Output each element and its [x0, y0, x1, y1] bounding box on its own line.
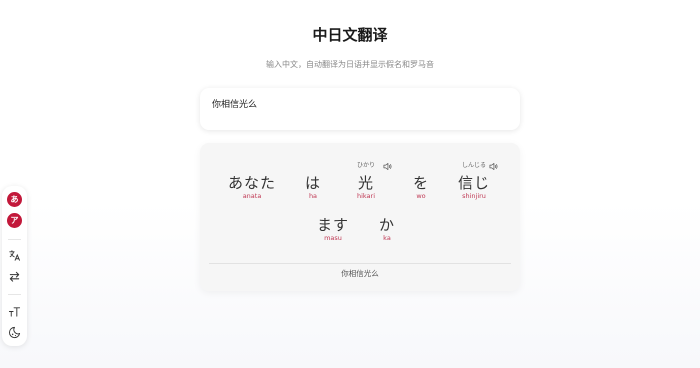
token-kana: ます	[316, 216, 349, 234]
translation-result-card: あなた anata は ha ひかり 光 hikari を wo しんじる 信じ…	[200, 143, 520, 291]
speaker-icon[interactable]	[383, 162, 392, 171]
token-romaji: ha	[308, 192, 318, 200]
hiragana-toggle-button[interactable]: あ	[7, 192, 22, 207]
token-hikari: ひかり 光 hikari	[351, 160, 381, 200]
token-kana: は	[304, 174, 321, 192]
speaker-icon[interactable]	[489, 162, 498, 171]
sidebar-divider	[8, 239, 21, 240]
token-furigana: しんじる	[461, 162, 486, 169]
result-divider	[209, 263, 511, 264]
token-shinjiru: しんじる 信じ shinjiru	[456, 160, 492, 200]
token-romaji: anata	[242, 192, 262, 200]
theme-icon[interactable]	[8, 326, 21, 339]
token-furigana: ひかり	[356, 162, 375, 169]
katakana-toggle-button[interactable]: ア	[7, 213, 22, 228]
token-masu: ます masu	[315, 202, 351, 242]
token-anata: あなた anata	[224, 160, 280, 200]
token-ka: か ka	[372, 202, 402, 242]
token-kana: あなた	[227, 174, 276, 192]
token-kana: を	[412, 174, 429, 192]
token-kana: 光	[357, 174, 374, 192]
token-romaji: shinjiru	[462, 192, 486, 200]
chinese-input-text[interactable]: 你相信光么	[212, 97, 257, 110]
sidebar-divider	[8, 294, 21, 295]
page: 中日文翻译 输入中文，自动翻译为日语并显示假名和罗马音 你相信光么 あなた an…	[0, 0, 700, 368]
tool-sidebar: あ ア	[2, 186, 27, 346]
token-romaji: ka	[383, 234, 391, 242]
chinese-input-box[interactable]: 你相信光么	[200, 88, 520, 130]
token-romaji: masu	[324, 234, 342, 242]
token-romaji: wo	[416, 192, 426, 200]
page-subtitle: 输入中文，自动翻译为日语并显示假名和罗马音	[266, 60, 434, 69]
token-wo: を wo	[406, 160, 436, 200]
swap-icon[interactable]	[8, 270, 21, 283]
token-kana: 信じ	[457, 174, 490, 192]
translate-icon[interactable]	[8, 249, 21, 262]
token-romaji: hikari	[356, 192, 376, 200]
token-kana: か	[378, 216, 395, 234]
source-text: 你相信光么	[341, 269, 379, 278]
page-title: 中日文翻译	[312, 26, 388, 44]
token-ha: は ha	[298, 160, 328, 200]
font-size-icon[interactable]	[8, 305, 21, 318]
